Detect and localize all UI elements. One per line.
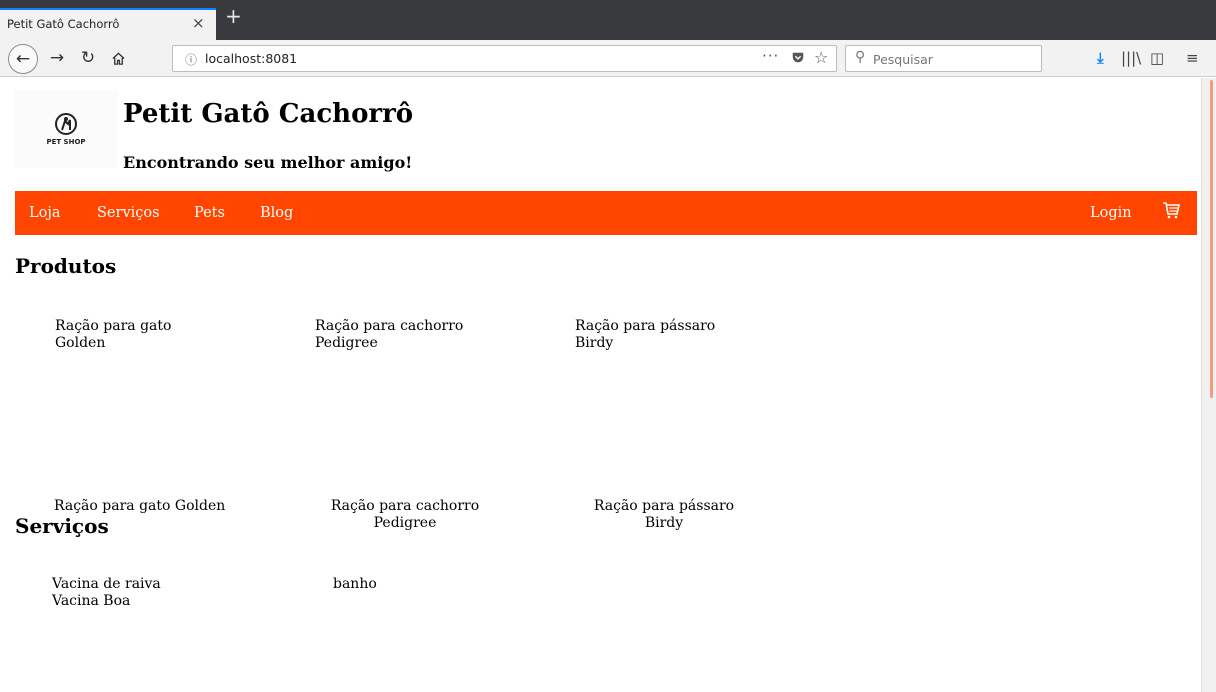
- product-name: Ração para gato: [55, 318, 172, 334]
- home-icon: [111, 51, 125, 65]
- bookmark-star-icon[interactable]: ☆: [814, 48, 828, 67]
- product-item[interactable]: Ração para pássaro Birdy: [575, 318, 715, 352]
- caption-line: Pedigree: [373, 515, 437, 531]
- login-link[interactable]: Login: [1090, 205, 1132, 221]
- pocket-icon[interactable]: [791, 51, 805, 65]
- info-icon[interactable]: ⓘ: [185, 51, 197, 68]
- download-icon[interactable]: ⤓: [1097, 49, 1104, 67]
- browser-tab-bar: Petit Gatô Cachorrô × +: [0, 0, 1216, 40]
- product-item[interactable]: Ração para gato Golden: [55, 318, 171, 352]
- caption-line: Ração para gato Golden: [54, 498, 226, 514]
- forward-button[interactable]: →: [43, 44, 71, 72]
- servicos-title: Serviços: [15, 514, 109, 538]
- produtos-title: Produtos: [15, 254, 117, 278]
- service-item[interactable]: banho: [333, 576, 377, 593]
- main-menu: Loja Serviços Pets Blog Login: [15, 191, 1197, 235]
- menu-item-blog[interactable]: Blog: [260, 205, 293, 221]
- service-name: banho: [333, 576, 377, 592]
- product-brand: Golden: [55, 335, 106, 351]
- page-viewport: PET SHOP Petit Gatô Cachorrô Encontrando…: [0, 78, 1216, 692]
- menu-item-servicos[interactable]: Serviços: [97, 205, 160, 221]
- menu-item-pets[interactable]: Pets: [194, 205, 225, 221]
- cart-icon[interactable]: [1162, 201, 1180, 219]
- site-subtitle: Encontrando seu melhor amigo!: [123, 153, 413, 172]
- service-item[interactable]: Vacina de raiva Vacina Boa: [52, 576, 161, 610]
- search-bar[interactable]: ⚲: [845, 45, 1042, 72]
- tab-title: Petit Gatô Cachorrô: [7, 17, 120, 31]
- service-detail: Vacina Boa: [52, 593, 131, 609]
- page-scrollbar[interactable]: [1201, 78, 1216, 692]
- site-logo[interactable]: PET SHOP: [15, 90, 117, 168]
- url-text[interactable]: localhost:8081: [205, 51, 297, 66]
- forward-arrow-icon: →: [49, 48, 65, 68]
- product-brand: Pedigree: [315, 335, 378, 351]
- sidebar-icon[interactable]: ◫: [1150, 49, 1164, 67]
- library-icon[interactable]: |||\: [1121, 49, 1141, 67]
- browser-toolbar: ← → ↻ ⓘ localhost:8081 ··· ☆ ⚲ ⤓ |||\ ◫ …: [0, 40, 1216, 77]
- menu-item-loja[interactable]: Loja: [29, 205, 61, 221]
- page-actions-icon[interactable]: ···: [762, 47, 779, 65]
- pet-shop-logo-icon: [55, 113, 77, 135]
- url-bar[interactable]: ⓘ localhost:8081 ··· ☆: [172, 45, 837, 72]
- caption-line: Birdy: [644, 515, 684, 531]
- product-name: Ração para cachorro: [315, 318, 464, 334]
- home-button[interactable]: [104, 44, 132, 72]
- search-input[interactable]: [873, 50, 1033, 68]
- hamburger-menu-icon[interactable]: ≡: [1186, 49, 1199, 67]
- back-button[interactable]: ←: [8, 44, 38, 74]
- product-caption: Ração para cachorro Pedigree: [322, 498, 488, 532]
- reload-icon: ↻: [80, 48, 96, 68]
- scrollbar-thumb[interactable]: [1210, 80, 1213, 398]
- product-name: Ração para pássaro: [575, 318, 716, 334]
- search-icon: ⚲: [855, 49, 866, 65]
- browser-tab[interactable]: Petit Gatô Cachorrô ×: [0, 8, 216, 40]
- caption-line: Ração para pássaro: [593, 498, 735, 514]
- reload-button[interactable]: ↻: [74, 44, 102, 72]
- product-brand: Birdy: [575, 335, 614, 351]
- product-caption: Ração para gato Golden: [54, 498, 225, 515]
- logo-text: PET SHOP: [46, 138, 86, 146]
- site-title: Petit Gatô Cachorrô: [123, 99, 414, 129]
- back-arrow-icon: ←: [15, 49, 31, 69]
- product-item[interactable]: Ração para cachorro Pedigree: [315, 318, 463, 352]
- product-caption: Ração para pássaro Birdy: [588, 498, 740, 532]
- caption-line: Ração para cachorro: [330, 498, 480, 514]
- service-name: Vacina de raiva: [52, 576, 161, 592]
- tab-close-icon[interactable]: ×: [192, 15, 205, 31]
- new-tab-button[interactable]: +: [225, 5, 242, 27]
